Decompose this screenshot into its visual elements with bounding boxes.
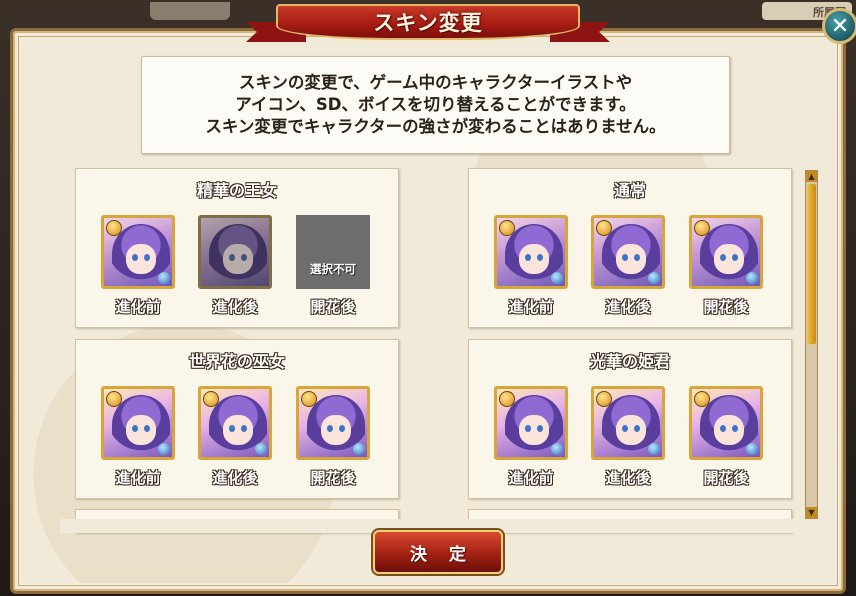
slot-label: 開花後 — [703, 469, 749, 487]
dialog-title-ribbon: スキン変更 — [246, 0, 610, 46]
rarity-orb-icon — [499, 391, 515, 407]
attribute-gem-icon — [551, 443, 563, 455]
character-portrait[interactable] — [101, 215, 175, 289]
info-line: アイコン、SD、ボイスを切り替えることができます。 — [235, 95, 636, 114]
dialog-title: スキン変更 — [373, 11, 483, 35]
skin-slot[interactable]: 進化後 — [198, 386, 272, 488]
slot-label: 進化前 — [508, 298, 554, 316]
character-portrait[interactable] — [198, 215, 272, 289]
skin-slot[interactable]: 進化前 — [101, 215, 175, 317]
slot-label: 進化後 — [212, 298, 258, 316]
skin-slot[interactable]: 進化後 — [591, 215, 665, 317]
character-portrait[interactable] — [198, 386, 272, 460]
attribute-gem-icon — [158, 272, 170, 284]
slot-label: 進化前 — [508, 469, 554, 487]
attribute-gem-icon — [353, 443, 365, 455]
rarity-orb-icon — [106, 220, 122, 236]
skin-slot-locked: 選択不可 開花後 — [296, 215, 370, 317]
slot-label: 進化前 — [115, 469, 161, 487]
slot-label: 開花後 — [703, 298, 749, 316]
rarity-orb-icon — [694, 220, 710, 236]
rarity-orb-icon — [694, 391, 710, 407]
rarity-orb-icon — [301, 391, 317, 407]
attribute-gem-icon — [746, 443, 758, 455]
character-portrait[interactable] — [494, 386, 568, 460]
character-portrait[interactable] — [494, 215, 568, 289]
skin-slot[interactable]: 進化後 — [198, 215, 272, 317]
skin-name: 通常 — [613, 181, 646, 200]
skin-name: 世界花の巫女 — [188, 352, 285, 371]
locked-portrait: 選択不可 — [296, 215, 370, 289]
skin-list-scrollbar[interactable]: ▲ ▼ — [805, 170, 818, 519]
skin-name: 光華の姫君 — [589, 352, 670, 371]
attribute-gem-icon — [158, 443, 170, 455]
ribbon-banner: スキン変更 — [276, 4, 580, 40]
attribute-gem-icon — [648, 272, 660, 284]
skin-panel: 通常 進化前 進化後 開花後 — [468, 168, 792, 328]
skin-name: 精華の王女 — [196, 181, 277, 200]
skin-panel: 光華の姫君 進化前 進化後 開花後 — [468, 339, 792, 499]
close-button[interactable]: ✕ — [822, 8, 856, 44]
skin-slot[interactable]: 開花後 — [689, 386, 763, 488]
skin-panel: 世界花の巫女 進化前 進化後 開花後 — [75, 339, 399, 499]
slot-label: 開花後 — [310, 298, 356, 316]
rarity-orb-icon — [106, 391, 122, 407]
character-portrait[interactable] — [591, 386, 665, 460]
skin-slot[interactable]: 進化前 — [494, 386, 568, 488]
confirm-button[interactable]: 決定 — [373, 530, 503, 574]
rarity-orb-icon — [596, 391, 612, 407]
rarity-orb-icon — [596, 220, 612, 236]
confirm-label: 決定 — [410, 544, 488, 565]
locked-text: 選択不可 — [310, 262, 356, 276]
slot-label: 進化前 — [115, 298, 161, 316]
slot-label: 進化後 — [605, 298, 651, 316]
skin-panel: 精華の王女 進化前 進化後 選択不可 開花後 — [75, 168, 399, 328]
close-icon: ✕ — [830, 13, 850, 39]
scroll-down-arrow-icon[interactable]: ▼ — [806, 507, 817, 518]
character-portrait[interactable] — [689, 386, 763, 460]
attribute-gem-icon — [746, 272, 758, 284]
info-message-box: スキンの変更で、ゲーム中のキャラクターイラストや アイコン、SD、ボイスを切り替… — [141, 56, 730, 154]
slot-label: 進化後 — [212, 469, 258, 487]
rarity-orb-icon — [499, 220, 515, 236]
scroll-thumb[interactable] — [807, 184, 816, 344]
skin-slot[interactable]: 進化前 — [101, 386, 175, 488]
background-tab-left — [150, 2, 230, 20]
info-line: スキン変更でキャラクターの強さが変わることはありません。 — [205, 117, 666, 136]
character-portrait[interactable] — [591, 215, 665, 289]
slot-label: 進化後 — [605, 469, 651, 487]
character-portrait[interactable] — [101, 386, 175, 460]
scroll-up-arrow-icon[interactable]: ▲ — [806, 171, 817, 182]
slot-label: 開花後 — [310, 469, 356, 487]
info-line: スキンの変更で、ゲーム中のキャラクターイラストや — [238, 73, 633, 92]
attribute-gem-icon — [551, 272, 563, 284]
skin-slot[interactable]: 進化後 — [591, 386, 665, 488]
attribute-gem-icon — [648, 443, 660, 455]
skin-slot[interactable]: 進化前 — [494, 215, 568, 317]
character-portrait[interactable] — [296, 386, 370, 460]
skin-slot[interactable]: 開花後 — [296, 386, 370, 488]
skin-slot[interactable]: 開花後 — [689, 215, 763, 317]
character-portrait[interactable] — [689, 215, 763, 289]
rarity-orb-icon — [203, 391, 219, 407]
attribute-gem-icon — [255, 443, 267, 455]
